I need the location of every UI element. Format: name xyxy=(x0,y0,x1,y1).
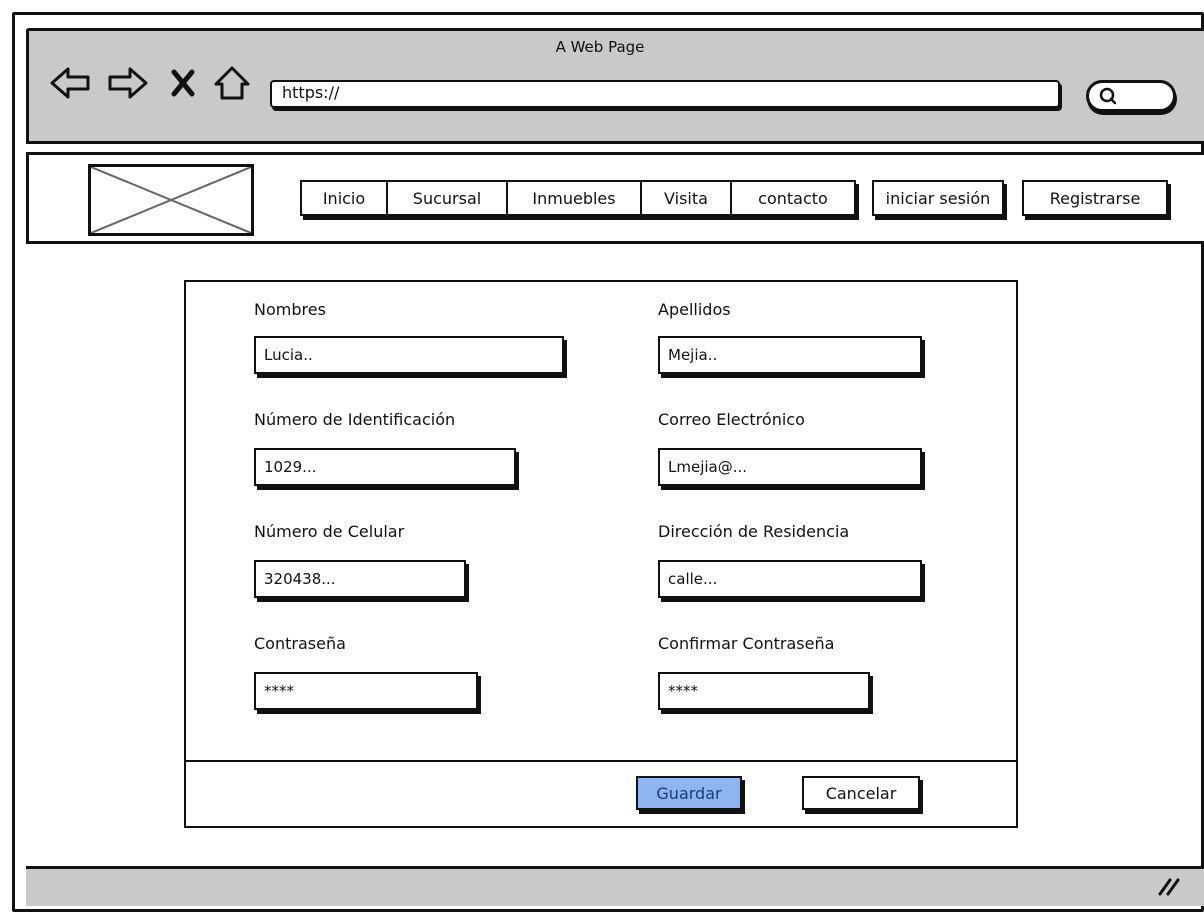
home-icon[interactable] xyxy=(210,64,254,102)
celular-input[interactable]: 320438... xyxy=(254,560,466,598)
celular-label: Número de Celular xyxy=(254,522,405,541)
nav-item-contacto[interactable]: contacto xyxy=(732,182,854,214)
main-nav: Inicio Sucursal Inmuebles Visita contact… xyxy=(300,180,856,216)
confirmar-contrasena-label: Confirmar Contraseña xyxy=(658,634,835,653)
nav-item-visita[interactable]: Visita xyxy=(642,182,732,214)
contrasena-label: Contraseña xyxy=(254,634,346,653)
register-button[interactable]: Registrarse xyxy=(1022,180,1168,216)
logo-placeholder xyxy=(88,164,254,236)
apellidos-input[interactable]: Mejia.. xyxy=(658,336,922,374)
nombres-input[interactable]: Lucia.. xyxy=(254,336,564,374)
window-title: A Web Page xyxy=(555,38,645,56)
status-bar xyxy=(26,866,1204,906)
nav-item-inmuebles[interactable]: Inmuebles xyxy=(508,182,642,214)
contrasena-input[interactable]: **** xyxy=(254,672,478,710)
resize-grip-icon[interactable] xyxy=(1152,874,1192,896)
nombres-label: Nombres xyxy=(254,300,326,319)
correo-label: Correo Electrónico xyxy=(658,410,805,429)
direccion-label: Dirección de Residencia xyxy=(658,522,850,541)
save-button[interactable]: Guardar xyxy=(636,776,742,810)
url-bar[interactable]: https:// xyxy=(270,80,1060,108)
identificacion-input[interactable]: 1029... xyxy=(254,448,516,486)
confirmar-contrasena-input[interactable]: **** xyxy=(658,672,870,710)
back-arrow-icon[interactable] xyxy=(48,64,92,102)
correo-input[interactable]: Lmejia@... xyxy=(658,448,922,486)
identificacion-label: Número de Identificación xyxy=(254,410,456,429)
nav-item-inicio[interactable]: Inicio xyxy=(302,182,388,214)
login-button[interactable]: iniciar sesión xyxy=(872,180,1004,216)
direccion-input[interactable]: calle... xyxy=(658,560,922,598)
forward-arrow-icon[interactable] xyxy=(104,64,152,102)
form-footer-divider xyxy=(184,760,1018,762)
stop-icon[interactable] xyxy=(168,64,198,102)
search-icon xyxy=(1096,84,1120,108)
cancel-button[interactable]: Cancelar xyxy=(802,776,920,810)
apellidos-label: Apellidos xyxy=(658,300,731,319)
nav-item-sucursal[interactable]: Sucursal xyxy=(388,182,508,214)
